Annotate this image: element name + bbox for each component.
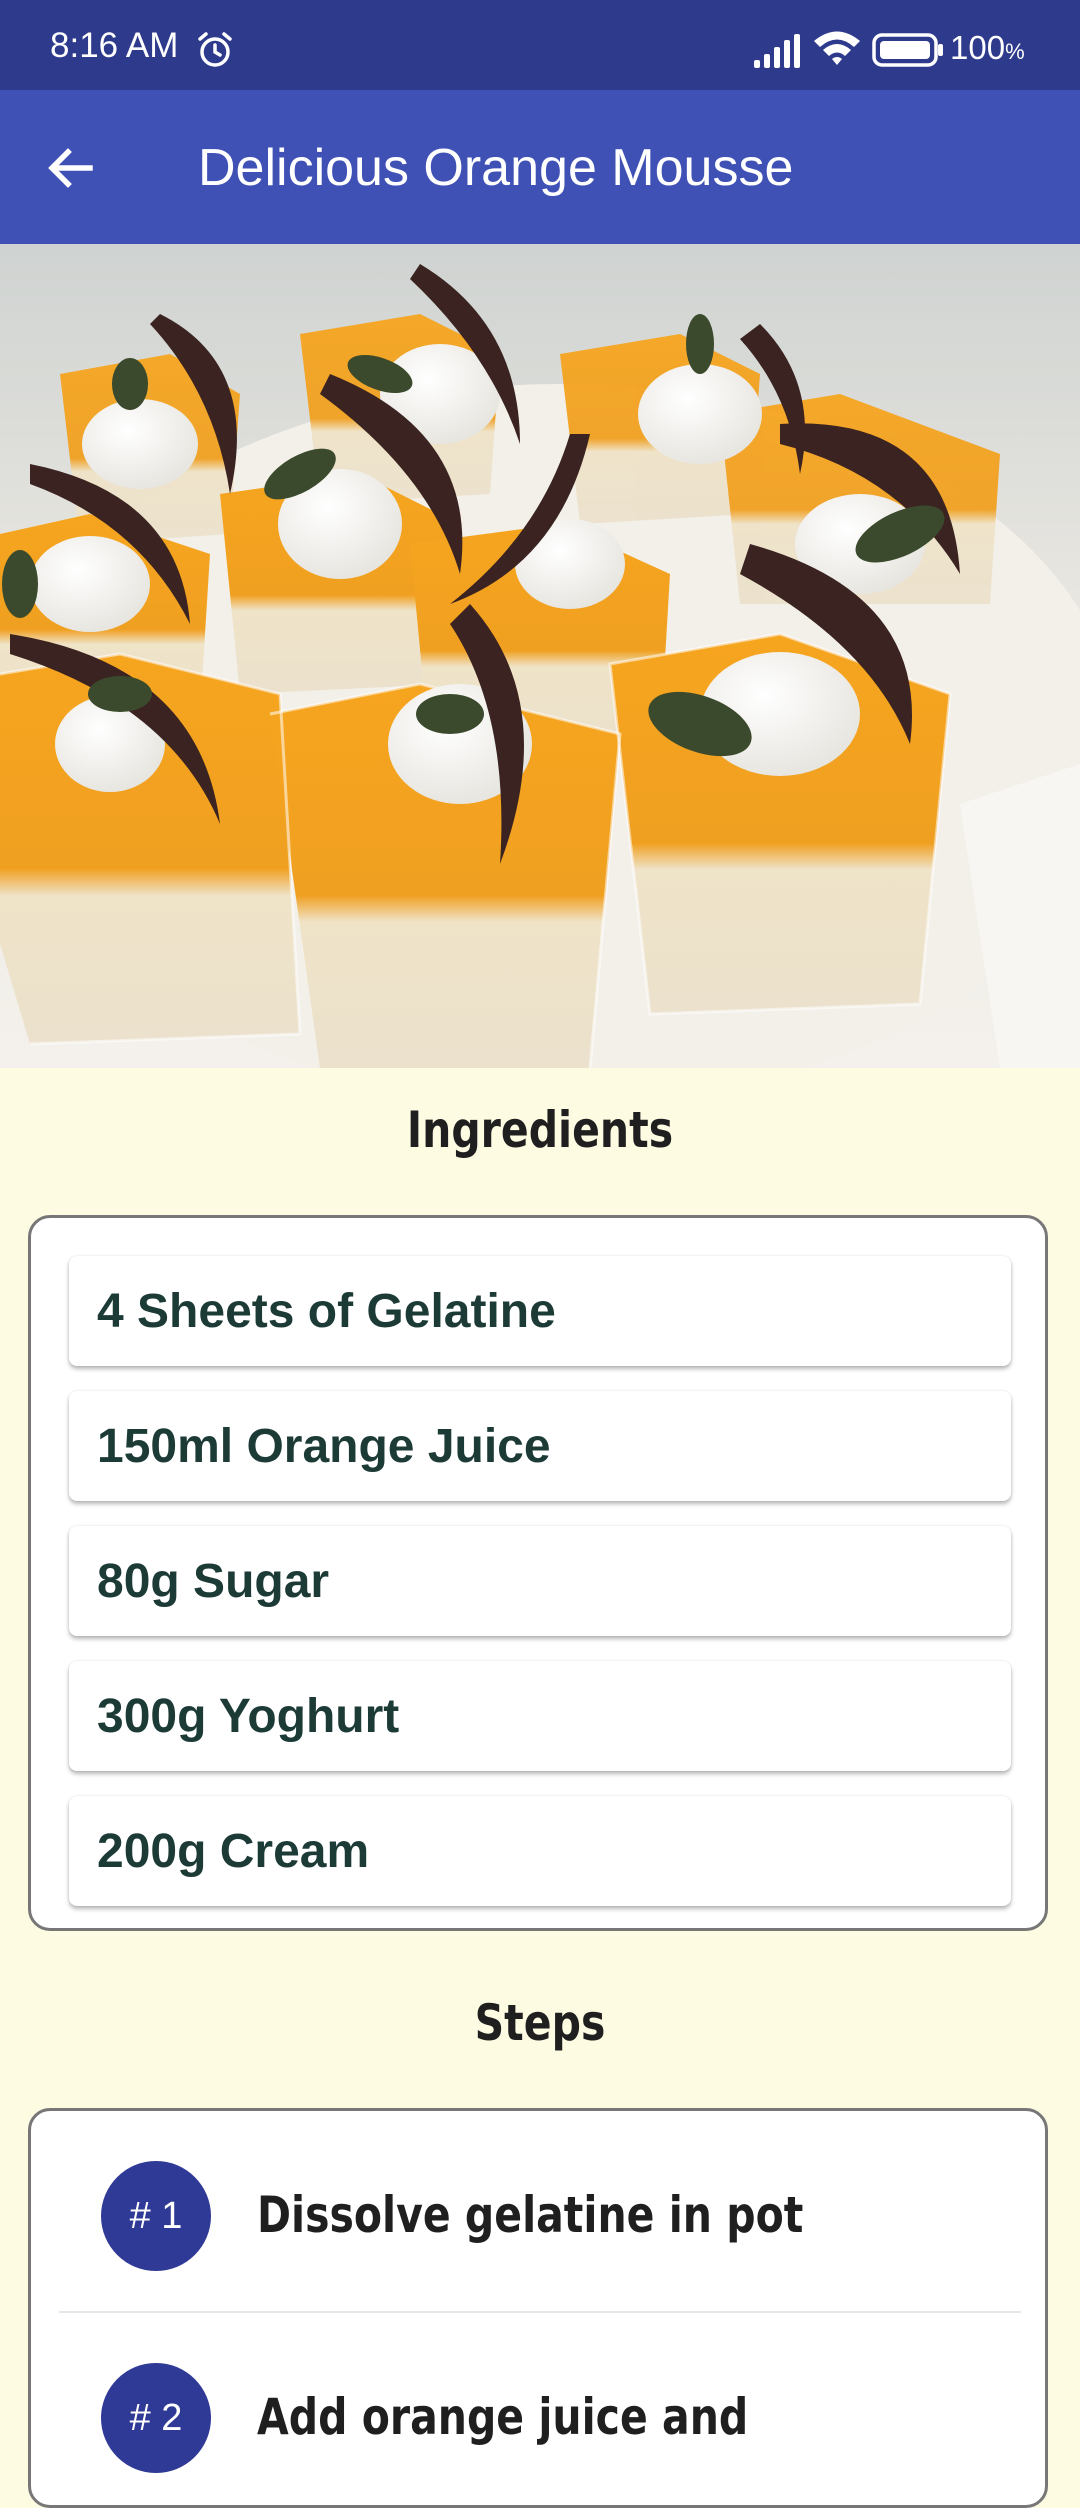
steps-heading: Steps [474, 1994, 606, 2052]
steps-list: # 1 Dissolve gelatine in pot # 2 Add ora… [28, 2108, 1048, 2508]
arrow-left-icon [48, 148, 93, 188]
ingredient-item[interactable]: 300g Yoghurt [69, 1661, 1011, 1771]
wifi-icon [814, 31, 860, 65]
page-title: Delicious Orange Mousse [198, 139, 794, 197]
step-item[interactable]: # 1 Dissolve gelatine in pot [59, 2111, 1021, 2313]
status-time: 8:16 AM [50, 26, 179, 65]
step-text: Add orange juice and [257, 2388, 749, 2446]
ingredients-heading: Ingredients [406, 1101, 674, 1159]
step-text: Dissolve gelatine in pot [257, 2186, 804, 2244]
alarm-icon [198, 32, 232, 67]
battery-icon [872, 33, 943, 67]
status-bar: 8:16 AM 100% [0, 0, 1080, 90]
app-bar: Delicious Orange Mousse [0, 90, 1080, 244]
ingredient-item[interactable]: 80g Sugar [69, 1526, 1011, 1636]
ingredients-list: 4 Sheets of Gelatine 150ml Orange Juice … [28, 1215, 1048, 1931]
step-number-badge: # 2 [101, 2363, 211, 2473]
ingredient-item[interactable]: 150ml Orange Juice [69, 1391, 1011, 1501]
step-number-badge: # 1 [101, 2161, 211, 2271]
ingredient-item[interactable]: 4 Sheets of Gelatine [69, 1256, 1011, 1366]
step-item[interactable]: # 2 Add orange juice and [59, 2313, 1021, 2505]
battery-percentage: 100% [950, 29, 1025, 66]
signal-icon [754, 34, 800, 68]
hero-image [0, 244, 1080, 1068]
ingredient-item[interactable]: 200g Cream [69, 1796, 1011, 1906]
back-button[interactable] [30, 128, 110, 208]
